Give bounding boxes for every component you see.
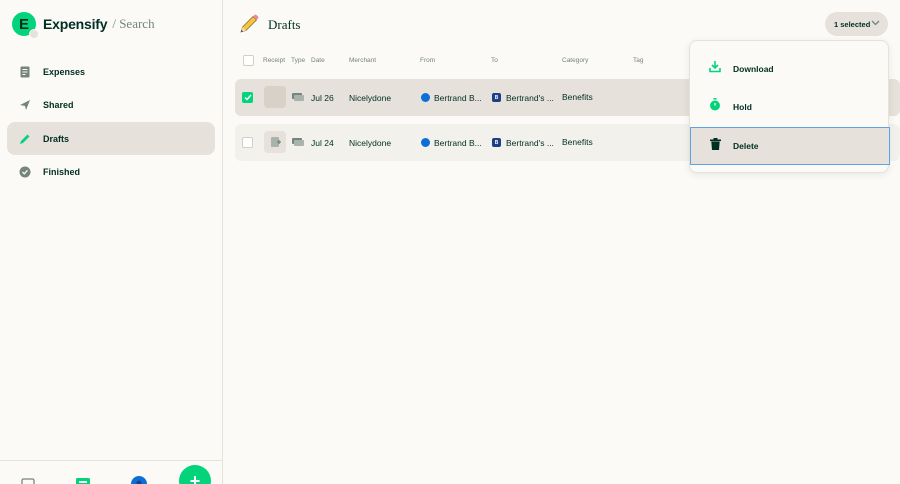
row-category: Benefits (562, 137, 593, 147)
logo-badge (29, 29, 39, 39)
checkmark-icon (244, 94, 252, 101)
column-header-category[interactable]: Category (562, 57, 588, 64)
row-checkbox[interactable] (242, 137, 253, 148)
plus-icon: + (189, 471, 201, 484)
logo-letter: E (18, 15, 29, 33)
selected-count-label: 1 selected (834, 19, 871, 29)
row-date: Jul 26 (311, 93, 334, 103)
sidebar-item-label: Shared (43, 100, 74, 110)
column-header-date[interactable]: Date (311, 57, 325, 64)
sidebar-item-drafts[interactable]: Drafts (7, 122, 215, 155)
stopwatch-icon (709, 98, 721, 116)
brand-logo[interactable]: E (12, 12, 39, 39)
row-from: Bertrand B... (434, 138, 482, 148)
receipt-icon (18, 65, 32, 79)
row-from: Bertrand B... (434, 93, 482, 103)
sidebar: E Expensify / Search Expenses Shared Dra… (0, 0, 223, 484)
from-avatar (421, 138, 430, 147)
from-avatar (421, 93, 430, 102)
menu-item-delete[interactable]: Delete (690, 127, 890, 165)
sidebar-item-label: Expenses (43, 66, 86, 77)
inbox-icon[interactable] (21, 475, 35, 484)
workspace-avatar: B (492, 138, 501, 147)
pencil-icon (18, 132, 32, 146)
sidebar-nav: Expenses Shared Drafts Finished (7, 55, 215, 189)
sidebar-item-shared[interactable]: Shared (7, 89, 215, 122)
sidebar-item-finished[interactable]: Finished (7, 156, 215, 189)
trash-icon (710, 137, 721, 155)
row-merchant: Nicelydone (349, 93, 392, 103)
search-reports-icon[interactable] (76, 475, 90, 484)
row-date: Jul 24 (311, 138, 334, 148)
receipt-thumbnail[interactable] (264, 131, 286, 153)
sidebar-item-expenses[interactable]: Expenses (7, 55, 215, 88)
add-receipt-icon (271, 137, 281, 147)
menu-item-label: Hold (733, 102, 752, 112)
chevron-down-icon (871, 19, 880, 28)
cash-icon (292, 93, 304, 103)
selection-dropdown-button[interactable]: 1 selected (825, 12, 888, 36)
workspace-avatar: B (492, 93, 501, 102)
brand[interactable]: E Expensify / Search (12, 12, 155, 39)
column-header-to[interactable]: To (491, 57, 498, 64)
menu-item-label: Download (733, 64, 774, 74)
sidebar-item-label: Drafts (43, 133, 70, 144)
column-header-tag[interactable]: Tag (633, 57, 643, 64)
column-header-receipt[interactable]: Receipt (263, 57, 285, 64)
cash-icon (292, 138, 304, 148)
row-to: Bertrand's ... (506, 138, 554, 148)
avatar[interactable] (131, 474, 147, 484)
column-header-merchant[interactable]: Merchant (349, 57, 376, 64)
select-all-checkbox[interactable] (243, 55, 254, 66)
brand-name: Expensify (43, 16, 108, 32)
sidebar-item-label: Finished (43, 167, 81, 177)
download-icon (709, 60, 721, 78)
receipt-thumbnail[interactable] (264, 86, 286, 108)
column-header-type[interactable]: Type (291, 57, 305, 64)
row-checkbox[interactable] (242, 92, 253, 103)
check-circle-icon (18, 165, 32, 179)
pencil-icon (238, 13, 260, 35)
menu-item-download[interactable]: Download (690, 50, 890, 88)
row-to: Bertrand's ... (506, 93, 554, 103)
row-merchant: Nicelydone (349, 138, 392, 148)
bulk-actions-menu: Download Hold Delete (689, 40, 890, 173)
page-title: Drafts (268, 17, 301, 32)
menu-item-hold[interactable]: Hold (690, 88, 890, 126)
breadcrumb-search: / Search (112, 16, 155, 31)
row-category: Benefits (562, 92, 593, 102)
menu-item-label: Delete (733, 141, 759, 151)
paper-plane-icon (18, 98, 32, 112)
column-header-from[interactable]: From (420, 57, 435, 64)
